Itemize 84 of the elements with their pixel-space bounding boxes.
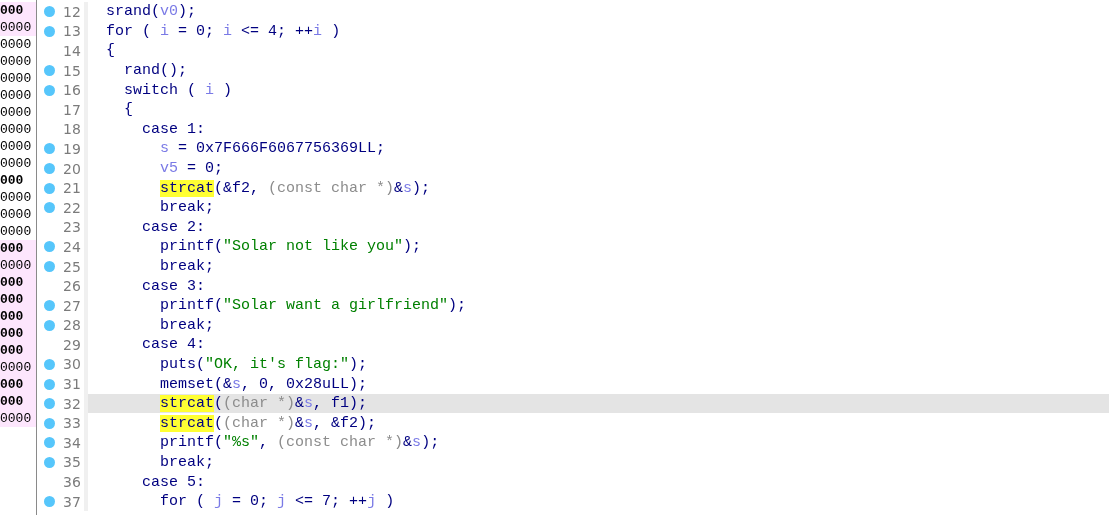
code-line: for ( j = 0; j <= 7; ++j ) <box>159 493 395 511</box>
code-line: strcat(&f2, (const char *)&s); <box>159 179 431 197</box>
address-row[interactable]: 000 <box>0 308 36 325</box>
code-line: switch ( i ) <box>123 81 233 99</box>
breakpoint-dot-icon[interactable] <box>44 143 55 155</box>
line-number: 31 <box>63 376 81 393</box>
breakpoint-dot-icon[interactable] <box>44 202 55 214</box>
breakpoint-dot-icon[interactable] <box>44 398 55 410</box>
code-line: puts("OK, it's flag:"); <box>159 356 368 373</box>
code-line: printf("Solar not like you"); <box>159 238 422 256</box>
line-number: 13 <box>63 23 81 40</box>
address-row[interactable]: 000 <box>0 393 36 410</box>
breakpoint-dot-icon[interactable] <box>44 437 55 449</box>
breakpoint-dot-icon[interactable] <box>44 241 55 253</box>
line-number: 20 <box>63 160 81 177</box>
code-line: case 3: <box>141 277 206 295</box>
line-number: 17 <box>63 101 81 118</box>
address-row[interactable]: 0000 <box>0 257 36 274</box>
address-row[interactable]: 000 <box>0 325 36 342</box>
code-line: case 4: <box>141 336 206 354</box>
code-line: s = 0x7F666F6067756369LL; <box>159 140 386 158</box>
code-line: case 2: <box>141 218 206 236</box>
code-line: for ( i = 0; i <= 4; ++i ) <box>106 22 341 40</box>
code-line: srand(v0); <box>106 3 197 21</box>
breakpoint-dot-icon[interactable] <box>44 496 55 508</box>
code-line: { <box>123 101 134 119</box>
address-row[interactable]: 000 <box>0 342 36 359</box>
line-number: 19 <box>63 140 81 157</box>
line-number: 35 <box>63 454 81 471</box>
code-line: break; <box>159 199 215 217</box>
line-number: 22 <box>63 199 81 216</box>
code-line: strcat((char *)&s, f1); <box>159 395 368 413</box>
breakpoint-dot-icon[interactable] <box>44 182 55 194</box>
code-line: strcat((char *)&s, &f2); <box>159 414 377 432</box>
code-line: break; <box>159 316 215 334</box>
line-number: 26 <box>63 278 81 295</box>
code-line: v5 = 0; <box>159 160 224 178</box>
breakpoint-dot-icon[interactable] <box>44 417 55 429</box>
line-number: 34 <box>63 434 81 451</box>
code-line: printf("%s", (const char *)&s); <box>159 434 440 452</box>
line-number: 28 <box>63 317 81 334</box>
address-row[interactable]: 000 <box>0 274 36 291</box>
breakpoint-dot-icon[interactable] <box>44 65 55 77</box>
code-line: case 5: <box>141 473 206 491</box>
breakpoint-dot-icon[interactable] <box>44 456 55 468</box>
breakpoint-dot-icon[interactable] <box>44 163 55 175</box>
address-row[interactable]: 000 <box>0 240 36 257</box>
code-line: printf("Solar want a girlfriend"); <box>159 297 467 315</box>
address-row[interactable]: 000 <box>0 376 36 393</box>
line-number: 33 <box>63 415 81 432</box>
breakpoint-dot-icon[interactable] <box>44 25 55 37</box>
line-number: 21 <box>63 180 81 197</box>
line-number: 18 <box>63 121 81 138</box>
breakpoint-dot-icon[interactable] <box>44 6 55 18</box>
breakpoint-dot-icon[interactable] <box>44 84 55 96</box>
code-line: rand(); <box>123 62 188 80</box>
line-number: 30 <box>63 356 81 373</box>
code-line: memset(&s, 0, 0x28uLL); <box>159 375 368 393</box>
line-number: 27 <box>63 297 81 314</box>
code-line: { <box>106 42 115 60</box>
line-number: 23 <box>63 219 81 236</box>
line-number: 15 <box>63 62 81 79</box>
address-row[interactable]: 000 <box>0 291 36 308</box>
line-number: 16 <box>63 82 81 99</box>
address-row[interactable]: 000 <box>0 2 36 19</box>
address-row[interactable]: 0000 <box>0 410 36 427</box>
line-number: 12 <box>63 3 81 20</box>
line-number: 36 <box>63 474 81 491</box>
address-row[interactable]: 0000 <box>0 359 36 376</box>
breakpoint-dot-icon[interactable] <box>44 300 55 312</box>
breakpoint-dot-icon[interactable] <box>44 261 55 272</box>
line-number: 14 <box>63 43 81 59</box>
breakpoint-dot-icon[interactable] <box>44 378 55 390</box>
line-number: 24 <box>63 238 81 255</box>
code-line: break; <box>159 453 215 471</box>
code-line: case 1: <box>141 120 206 138</box>
line-number: 29 <box>63 336 81 353</box>
breakpoint-dot-icon[interactable] <box>44 359 55 370</box>
address-row[interactable]: 0000 <box>0 19 36 36</box>
code-line: break; <box>159 258 215 275</box>
breakpoint-dot-icon[interactable] <box>44 319 55 331</box>
line-number: 32 <box>63 395 81 412</box>
line-number: 37 <box>63 493 81 510</box>
line-number: 25 <box>63 258 81 275</box>
